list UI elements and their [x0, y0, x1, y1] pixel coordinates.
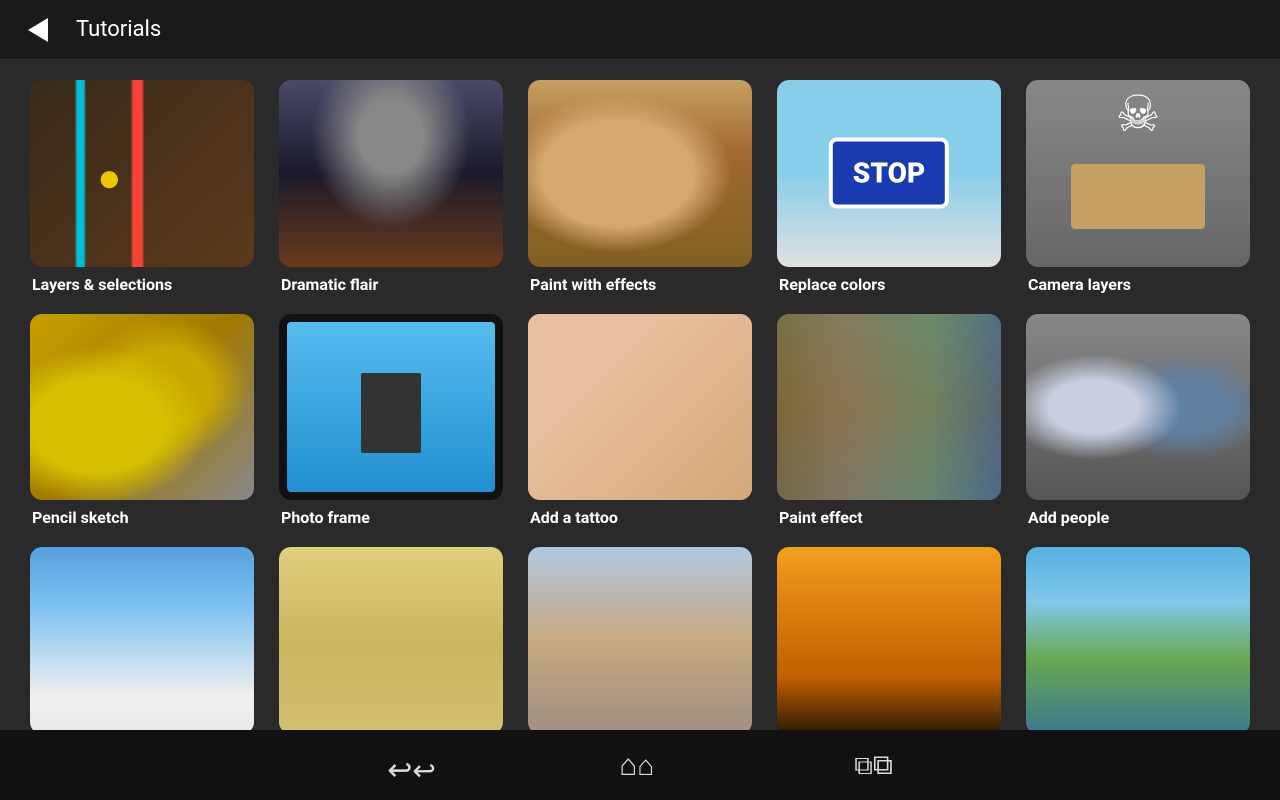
tutorial-thumb-sky-tutorial [30, 547, 254, 730]
tutorial-thumb-camera-layers [1026, 80, 1250, 267]
page-title: Tutorials [76, 17, 161, 42]
tutorial-item-camera-layers[interactable]: Camera layers [1026, 80, 1250, 294]
back-button[interactable] [20, 12, 56, 48]
tutorial-label-layers-selections: Layers & selections [30, 275, 254, 294]
bottom-navigation-bar: ↩ ⌂ ⧉ [0, 730, 1280, 800]
tutorial-label-add-a-tattoo: Add a tattoo [528, 508, 752, 527]
tutorial-thumb-desert-tutorial [279, 547, 503, 730]
tutorial-label-pencil-sketch: Pencil sketch [30, 508, 254, 527]
tutorial-thumb-coastal-tutorial [1026, 547, 1250, 730]
main-content: Layers & selections Dramatic flair Paint w… [0, 60, 1280, 730]
tutorial-label-paint-with-effects: Paint with effects [528, 275, 752, 294]
top-bar: Tutorials [0, 0, 1280, 60]
tutorial-thumb-add-people [1026, 314, 1250, 501]
tutorial-label-replace-colors: Replace colors [777, 275, 1001, 294]
nav-back-icon: ↩ [387, 753, 419, 777]
tutorial-item-dramatic-flair[interactable]: Dramatic flair [279, 80, 503, 294]
tutorial-item-pencil-sketch[interactable]: Pencil sketch [30, 314, 254, 528]
tutorial-item-paint-with-effects[interactable]: Paint with effects [528, 80, 752, 294]
nav-recents-icon: ⧉ [854, 748, 893, 782]
tutorial-label-dramatic-flair: Dramatic flair [279, 275, 503, 294]
nav-recents-button[interactable]: ⧉ [854, 748, 893, 782]
tutorial-item-sunset-tutorial[interactable] [777, 547, 1001, 730]
nav-back-button[interactable]: ↩ [387, 753, 419, 777]
tutorial-item-layers-selections[interactable]: Layers & selections [30, 80, 254, 294]
tutorial-thumb-people-tutorial [528, 547, 752, 730]
tutorial-thumb-dramatic-flair [279, 80, 503, 267]
tutorial-item-add-people[interactable]: Add people [1026, 314, 1250, 528]
tutorial-thumb-paint-effect [777, 314, 1001, 501]
tutorial-item-people-tutorial[interactable] [528, 547, 752, 730]
tutorial-thumb-layers-selections [30, 80, 254, 267]
tutorial-thumb-pencil-sketch [30, 314, 254, 501]
tutorial-thumb-replace-colors [777, 80, 1001, 267]
tutorial-label-paint-effect: Paint effect [777, 508, 1001, 527]
tutorial-item-coastal-tutorial[interactable] [1026, 547, 1250, 730]
tutorial-thumb-photo-frame [279, 314, 503, 501]
back-arrow-icon [28, 18, 48, 42]
tutorial-thumb-add-a-tattoo [528, 314, 752, 501]
tutorial-label-photo-frame: Photo frame [279, 508, 503, 527]
tutorial-label-camera-layers: Camera layers [1026, 275, 1250, 294]
tutorial-thumb-paint-with-effects [528, 80, 752, 267]
tutorial-item-add-a-tattoo[interactable]: Add a tattoo [528, 314, 752, 528]
tutorials-grid: Layers & selections Dramatic flair Paint w… [30, 80, 1250, 730]
tutorial-item-paint-effect[interactable]: Paint effect [777, 314, 1001, 528]
tutorial-thumb-sunset-tutorial [777, 547, 1001, 730]
nav-home-icon: ⌂ [619, 748, 654, 783]
tutorial-item-sky-tutorial[interactable] [30, 547, 254, 730]
tutorial-item-photo-frame[interactable]: Photo frame [279, 314, 503, 528]
tutorial-label-add-people: Add people [1026, 508, 1250, 527]
nav-home-button[interactable]: ⌂ [619, 748, 654, 783]
tutorial-item-replace-colors[interactable]: Replace colors [777, 80, 1001, 294]
tutorial-item-desert-tutorial[interactable] [279, 547, 503, 730]
